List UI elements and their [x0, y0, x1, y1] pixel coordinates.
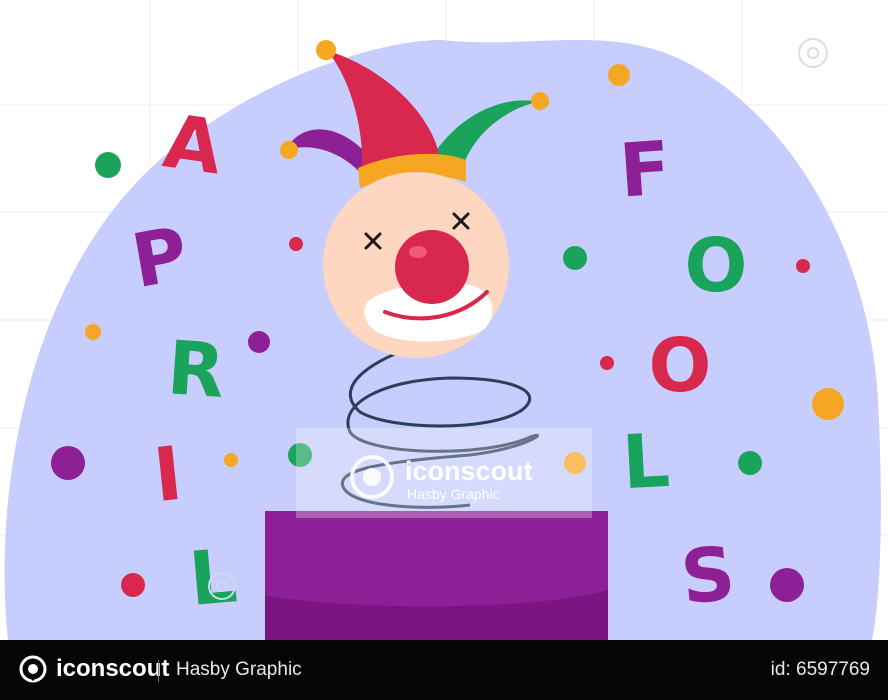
footer-divider — [158, 660, 159, 682]
hat-bell — [316, 40, 336, 60]
confetti-dot — [121, 573, 145, 597]
confetti-dot — [85, 324, 101, 340]
letter-fools-1: F — [617, 125, 673, 214]
confetti-dot — [770, 568, 804, 602]
nose-highlight — [409, 246, 427, 258]
illustration: A P R I L F O O L S iconscout Hasby Grap… — [0, 0, 888, 640]
letter-april-1: A — [159, 98, 228, 191]
confetti-dot — [738, 451, 762, 475]
watermark-author: Hasby Graphic — [407, 486, 500, 502]
footer-asset-id: id: 6597769 — [770, 659, 870, 680]
nose — [395, 230, 469, 304]
footer-author[interactable]: Hasby Graphic — [176, 659, 302, 681]
confetti-dot — [248, 331, 270, 353]
hat-bell — [280, 141, 298, 159]
confetti-dot — [95, 152, 121, 178]
footer-bar: iconscout Hasby Graphic id: 6597769 — [0, 640, 888, 700]
confetti-dot — [224, 453, 238, 467]
confetti-dot — [289, 237, 303, 251]
confetti-dot — [608, 64, 630, 86]
confetti-dot — [51, 446, 85, 480]
confetti-dot — [796, 259, 810, 273]
iconscout-logo-icon — [19, 655, 47, 683]
letter-fools-3: O — [649, 323, 712, 409]
letter-fools-5: S — [677, 530, 739, 621]
footer-brand[interactable]: iconscout — [18, 654, 169, 684]
hat-bell — [531, 92, 549, 110]
watermark-brand: iconscout — [405, 456, 533, 486]
confetti-dot — [812, 388, 844, 420]
footer-brand-label: iconscout — [56, 655, 170, 682]
confetti-dot — [563, 246, 587, 270]
letter-april-3: R — [165, 325, 228, 415]
watermark-badge-icon — [798, 38, 828, 68]
letter-fools-4: L — [620, 418, 672, 506]
letter-fools-2: O — [685, 223, 748, 309]
watermark: iconscout Hasby Graphic — [296, 428, 592, 518]
confetti-dot — [600, 356, 614, 370]
